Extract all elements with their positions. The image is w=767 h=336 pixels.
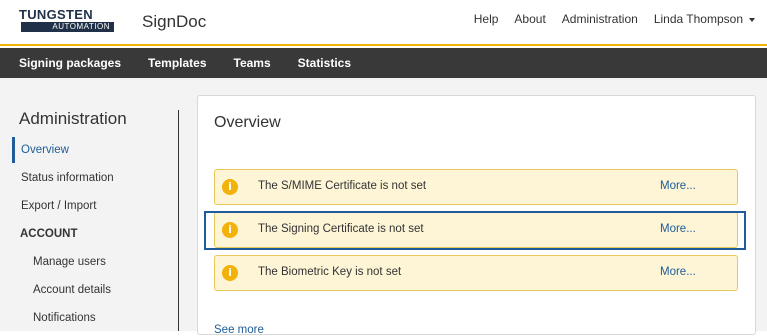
sidebar-item-overview[interactable]: Overview bbox=[21, 144, 69, 156]
logo-subtext: AUTOMATION bbox=[52, 22, 110, 31]
about-link[interactable]: About bbox=[514, 12, 545, 26]
top-navigation: Help About Administration Linda Thompson bbox=[458, 12, 755, 26]
alert-biometric-key: i The Biometric Key is not set More... bbox=[214, 255, 738, 291]
sidebar-title: Administration bbox=[19, 109, 127, 128]
sidebar-item-export-import[interactable]: Export / Import bbox=[21, 200, 96, 212]
alert-message: The Signing Certificate is not set bbox=[258, 223, 424, 235]
sidebar: Administration Overview Status informati… bbox=[0, 78, 180, 331]
info-icon: i bbox=[222, 265, 238, 281]
more-link[interactable]: More... bbox=[660, 223, 696, 235]
nav-teams[interactable]: Teams bbox=[234, 56, 271, 70]
info-icon: i bbox=[222, 179, 238, 195]
alert-message: The S/MIME Certificate is not set bbox=[258, 180, 427, 192]
nav-statistics[interactable]: Statistics bbox=[298, 56, 351, 70]
info-icon: i bbox=[222, 222, 238, 238]
user-name: Linda Thompson bbox=[653, 12, 743, 26]
page-title: Overview bbox=[214, 114, 281, 131]
alert-message: The Biometric Key is not set bbox=[258, 266, 402, 278]
page-content: Administration Overview Status informati… bbox=[0, 78, 767, 336]
nav-templates[interactable]: Templates bbox=[148, 56, 206, 70]
sidebar-divider bbox=[178, 110, 179, 331]
active-indicator bbox=[12, 137, 15, 163]
more-link[interactable]: More... bbox=[660, 266, 696, 278]
help-link[interactable]: Help bbox=[474, 12, 499, 26]
sidebar-item-status-information[interactable]: Status information bbox=[21, 172, 114, 184]
app-header: TUNGSTEN AUTOMATION SignDoc Help About A… bbox=[0, 0, 767, 46]
alert-smime-certificate: i The S/MIME Certificate is not set More… bbox=[214, 169, 738, 205]
sidebar-item-notifications[interactable]: Notifications bbox=[33, 312, 96, 324]
overview-panel: Overview i The S/MIME Certificate is not… bbox=[197, 95, 756, 336]
alert-signing-certificate: i The Signing Certificate is not set Mor… bbox=[214, 212, 738, 248]
sidebar-item-account-details[interactable]: Account details bbox=[33, 284, 111, 296]
app-name: SignDoc bbox=[142, 12, 207, 31]
logo-wordmark: TUNGSTEN bbox=[19, 7, 93, 22]
user-menu[interactable]: Linda Thompson bbox=[654, 12, 755, 26]
tungsten-logo[interactable]: TUNGSTEN AUTOMATION bbox=[19, 8, 114, 34]
logo-bar: AUTOMATION bbox=[21, 22, 114, 32]
see-more-link[interactable]: See more bbox=[214, 324, 264, 336]
nav-signing-packages[interactable]: Signing packages bbox=[19, 56, 121, 70]
sidebar-heading-account: ACCOUNT bbox=[20, 228, 78, 240]
main-navigation: Signing packages Templates Teams Statist… bbox=[0, 48, 767, 78]
administration-link[interactable]: Administration bbox=[562, 12, 638, 26]
sidebar-item-manage-users[interactable]: Manage users bbox=[33, 256, 106, 268]
more-link[interactable]: More... bbox=[660, 180, 696, 192]
chevron-down-icon bbox=[749, 17, 755, 22]
